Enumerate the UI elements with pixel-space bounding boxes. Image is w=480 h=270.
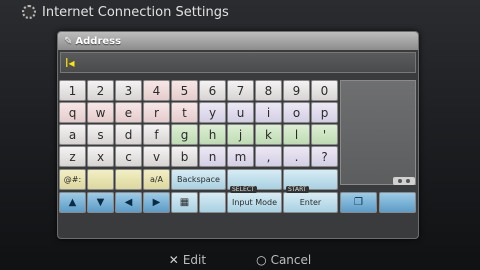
input-mode-label: Input Mode bbox=[231, 198, 278, 207]
key-1[interactable]: 1 bbox=[59, 80, 86, 101]
cancel-label: Cancel bbox=[270, 253, 312, 267]
on-screen-keyboard-panel: ✎ Address I◂ 1 2 3 4 5 6 7 8 9 0 q w e r… bbox=[57, 31, 419, 239]
address-input[interactable]: I◂ bbox=[60, 52, 416, 73]
key-h[interactable]: h bbox=[199, 124, 226, 145]
arrow-up-icon: ▲ bbox=[68, 197, 77, 208]
window-toggle-key[interactable]: ❐ bbox=[340, 192, 377, 213]
pencil-icon: ✎ bbox=[64, 35, 73, 47]
edit-hint[interactable]: ✕ Edit bbox=[169, 253, 206, 267]
case-toggle-key[interactable]: a/A bbox=[143, 169, 170, 190]
key-w[interactable]: w bbox=[87, 102, 114, 123]
key-k[interactable]: k bbox=[255, 124, 282, 145]
key-5[interactable]: 5 bbox=[171, 80, 198, 101]
key-u[interactable]: u bbox=[227, 102, 254, 123]
edit-label: Edit bbox=[182, 253, 207, 267]
case-toggle-label: a/A bbox=[149, 175, 164, 184]
key-0[interactable]: 0 bbox=[311, 80, 338, 101]
arrow-left-key[interactable]: ◀ bbox=[115, 192, 142, 213]
key-comma[interactable]: , bbox=[255, 146, 282, 167]
key-e[interactable]: e bbox=[115, 102, 142, 123]
backspace-key[interactable]: Backspace bbox=[171, 169, 226, 190]
key-apostrophe[interactable]: ' bbox=[311, 124, 338, 145]
key-8[interactable]: 8 bbox=[255, 80, 282, 101]
panel-page-indicator bbox=[393, 177, 415, 185]
key-q[interactable]: q bbox=[59, 102, 86, 123]
key-y[interactable]: y bbox=[199, 102, 226, 123]
key-s[interactable]: s bbox=[87, 124, 114, 145]
input-mode-key[interactable]: SELECT Input Mode bbox=[227, 186, 282, 213]
key-l[interactable]: l bbox=[283, 124, 310, 145]
cancel-hint[interactable]: ○ Cancel bbox=[256, 253, 311, 267]
button-guide: ✕ Edit ○ Cancel bbox=[0, 250, 480, 270]
key-a[interactable]: a bbox=[59, 124, 86, 145]
key-z[interactable]: z bbox=[59, 146, 86, 167]
key-j[interactable]: j bbox=[227, 124, 254, 145]
key-c[interactable]: c bbox=[115, 146, 142, 167]
key-n[interactable]: n bbox=[199, 146, 226, 167]
arrow-left-icon: ◀ bbox=[124, 197, 133, 208]
prediction-panel bbox=[340, 80, 416, 185]
arrow-right-icon: ▶ bbox=[152, 197, 161, 208]
key-i[interactable]: i bbox=[255, 102, 282, 123]
key-d[interactable]: d bbox=[115, 124, 142, 145]
symbol-mode-label: @#: bbox=[63, 175, 82, 184]
key-9[interactable]: 9 bbox=[283, 80, 310, 101]
key-7[interactable]: 7 bbox=[227, 80, 254, 101]
symbol-mode-key[interactable]: @#: bbox=[59, 169, 86, 190]
key-r[interactable]: r bbox=[143, 102, 170, 123]
dialog-title-bar: ✎ Address bbox=[58, 32, 418, 50]
key-f[interactable]: f bbox=[143, 124, 170, 145]
key-t[interactable]: t bbox=[171, 102, 198, 123]
keypad-grid-key[interactable]: ▦ bbox=[171, 192, 198, 213]
key-p[interactable]: p bbox=[311, 102, 338, 123]
key-period[interactable]: . bbox=[283, 146, 310, 167]
keypad-grid-icon: ▦ bbox=[179, 197, 190, 208]
blank-key-1[interactable] bbox=[87, 169, 114, 190]
arrow-down-key[interactable]: ▼ bbox=[87, 192, 114, 213]
blank-key-5[interactable] bbox=[199, 192, 226, 213]
key-x[interactable]: x bbox=[87, 146, 114, 167]
key-m[interactable]: m bbox=[227, 146, 254, 167]
screen-header: Internet Connection Settings bbox=[22, 3, 229, 21]
keyboard-keys: 1 2 3 4 5 6 7 8 9 0 q w e r t y u i o p … bbox=[59, 80, 339, 238]
settings-gear-icon bbox=[22, 5, 36, 19]
start-tag: START bbox=[286, 186, 309, 193]
key-o[interactable]: o bbox=[283, 102, 310, 123]
blank-key-6[interactable] bbox=[379, 192, 416, 213]
key-2[interactable]: 2 bbox=[87, 80, 114, 101]
arrow-down-icon: ▼ bbox=[96, 197, 105, 208]
enter-key[interactable]: START Enter bbox=[283, 186, 338, 213]
arrow-right-key[interactable]: ▶ bbox=[143, 192, 170, 213]
key-6[interactable]: 6 bbox=[199, 80, 226, 101]
key-g[interactable]: g bbox=[171, 124, 198, 145]
cross-button-icon: ✕ bbox=[168, 253, 179, 267]
select-tag: SELECT bbox=[230, 186, 257, 193]
blank-key-2[interactable] bbox=[115, 169, 142, 190]
window-icon: ❐ bbox=[354, 197, 363, 208]
screen-title: Internet Connection Settings bbox=[42, 4, 229, 20]
dialog-title: Address bbox=[75, 35, 122, 47]
key-v[interactable]: v bbox=[143, 146, 170, 167]
text-cursor-icon: I◂ bbox=[65, 56, 75, 70]
enter-label: Enter bbox=[299, 198, 322, 207]
backspace-label: Backspace bbox=[177, 175, 220, 184]
arrow-up-key[interactable]: ▲ bbox=[59, 192, 86, 213]
key-4[interactable]: 4 bbox=[143, 80, 170, 101]
circle-button-icon: ○ bbox=[256, 253, 267, 267]
key-3[interactable]: 3 bbox=[115, 80, 142, 101]
key-question[interactable]: ? bbox=[311, 146, 338, 167]
key-b[interactable]: b bbox=[171, 146, 198, 167]
